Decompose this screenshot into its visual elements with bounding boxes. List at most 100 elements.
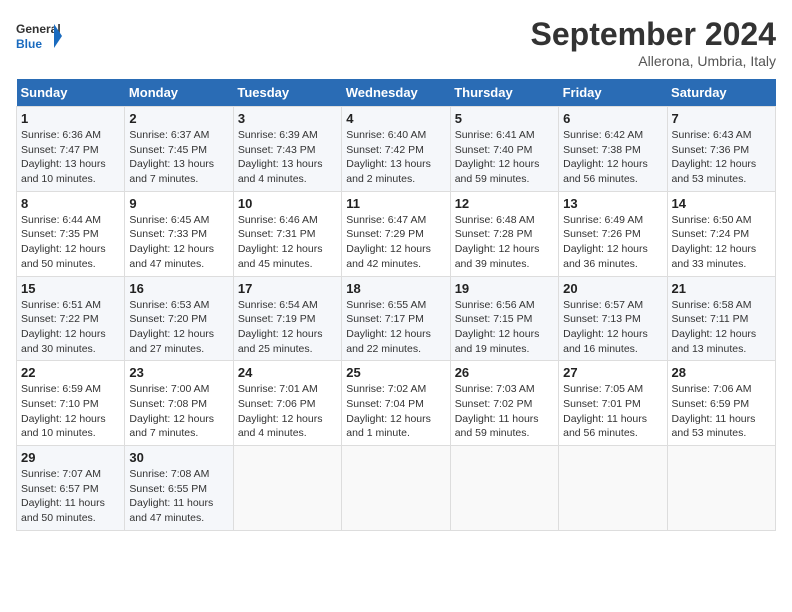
title-block: September 2024 Allerona, Umbria, Italy <box>531 16 776 69</box>
day-cell: 8 Sunrise: 6:44 AMSunset: 7:35 PMDaylight… <box>17 191 125 276</box>
day-cell: 27 Sunrise: 7:05 AMSunset: 7:01 PMDayligh… <box>559 361 667 446</box>
day-cell: 2 Sunrise: 6:37 AMSunset: 7:45 PMDaylight… <box>125 107 233 192</box>
day-info: Sunrise: 6:59 AMSunset: 7:10 PMDaylight:… <box>21 382 120 441</box>
day-number: 6 <box>563 111 662 126</box>
day-cell <box>342 446 450 531</box>
day-number: 24 <box>238 365 337 380</box>
day-info: Sunrise: 7:07 AMSunset: 6:57 PMDaylight:… <box>21 467 120 526</box>
day-cell <box>233 446 341 531</box>
day-info: Sunrise: 7:05 AMSunset: 7:01 PMDaylight:… <box>563 382 662 441</box>
day-info: Sunrise: 6:51 AMSunset: 7:22 PMDaylight:… <box>21 298 120 357</box>
day-cell: 12 Sunrise: 6:48 AMSunset: 7:28 PMDayligh… <box>450 191 558 276</box>
day-cell: 7 Sunrise: 6:43 AMSunset: 7:36 PMDaylight… <box>667 107 775 192</box>
day-number: 9 <box>129 196 228 211</box>
day-number: 12 <box>455 196 554 211</box>
day-info: Sunrise: 6:40 AMSunset: 7:42 PMDaylight:… <box>346 128 445 187</box>
day-info: Sunrise: 6:42 AMSunset: 7:38 PMDaylight:… <box>563 128 662 187</box>
day-info: Sunrise: 6:41 AMSunset: 7:40 PMDaylight:… <box>455 128 554 187</box>
day-cell: 22Sunrise: 6:59 AMSunset: 7:10 PMDayligh… <box>17 361 125 446</box>
header-row: Sunday Monday Tuesday Wednesday Thursday… <box>17 79 776 107</box>
day-number: 10 <box>238 196 337 211</box>
calendar-table: Sunday Monday Tuesday Wednesday Thursday… <box>16 79 776 531</box>
col-friday: Friday <box>559 79 667 107</box>
day-number: 3 <box>238 111 337 126</box>
day-number: 13 <box>563 196 662 211</box>
day-number: 27 <box>563 365 662 380</box>
logo: General Blue <box>16 16 64 56</box>
week-row-4: 22Sunrise: 6:59 AMSunset: 7:10 PMDayligh… <box>17 361 776 446</box>
day-number: 14 <box>672 196 771 211</box>
location: Allerona, Umbria, Italy <box>531 53 776 69</box>
day-cell: 6 Sunrise: 6:42 AMSunset: 7:38 PMDaylight… <box>559 107 667 192</box>
day-cell: 23Sunrise: 7:00 AMSunset: 7:08 PMDayligh… <box>125 361 233 446</box>
day-info: Sunrise: 6:57 AMSunset: 7:13 PMDaylight:… <box>563 298 662 357</box>
day-info: Sunrise: 7:06 AMSunset: 6:59 PMDaylight:… <box>672 382 771 441</box>
day-number: 16 <box>129 281 228 296</box>
day-cell <box>667 446 775 531</box>
week-row-3: 15 Sunrise: 6:51 AMSunset: 7:22 PMDayligh… <box>17 276 776 361</box>
day-number: 20 <box>563 281 662 296</box>
col-saturday: Saturday <box>667 79 775 107</box>
day-info: Sunrise: 6:37 AMSunset: 7:45 PMDaylight:… <box>129 128 228 187</box>
day-cell: 25Sunrise: 7:02 AMSunset: 7:04 PMDayligh… <box>342 361 450 446</box>
day-info: Sunrise: 6:50 AMSunset: 7:24 PMDaylight:… <box>672 213 771 272</box>
day-cell: 28 Sunrise: 7:06 AMSunset: 6:59 PMDayligh… <box>667 361 775 446</box>
day-number: 1 <box>21 111 120 126</box>
day-number: 17 <box>238 281 337 296</box>
day-info: Sunrise: 6:39 AMSunset: 7:43 PMDaylight:… <box>238 128 337 187</box>
day-cell: 13Sunrise: 6:49 AMSunset: 7:26 PMDayligh… <box>559 191 667 276</box>
day-info: Sunrise: 6:56 AMSunset: 7:15 PMDaylight:… <box>455 298 554 357</box>
day-cell <box>559 446 667 531</box>
day-number: 7 <box>672 111 771 126</box>
svg-text:General: General <box>16 22 61 36</box>
day-number: 25 <box>346 365 445 380</box>
day-number: 23 <box>129 365 228 380</box>
col-monday: Monday <box>125 79 233 107</box>
day-number: 19 <box>455 281 554 296</box>
logo-svg: General Blue <box>16 16 64 56</box>
day-cell: 4Sunrise: 6:40 AMSunset: 7:42 PMDaylight… <box>342 107 450 192</box>
day-cell: 1 Sunrise: 6:36 AMSunset: 7:47 PMDaylight… <box>17 107 125 192</box>
day-number: 30 <box>129 450 228 465</box>
day-info: Sunrise: 6:48 AMSunset: 7:28 PMDaylight:… <box>455 213 554 272</box>
day-number: 18 <box>346 281 445 296</box>
day-cell: 29 Sunrise: 7:07 AMSunset: 6:57 PMDayligh… <box>17 446 125 531</box>
day-cell: 3 Sunrise: 6:39 AMSunset: 7:43 PMDaylight… <box>233 107 341 192</box>
col-tuesday: Tuesday <box>233 79 341 107</box>
day-info: Sunrise: 6:44 AMSunset: 7:35 PMDaylight:… <box>21 213 120 272</box>
day-info: Sunrise: 6:45 AMSunset: 7:33 PMDaylight:… <box>129 213 228 272</box>
day-cell <box>450 446 558 531</box>
day-number: 15 <box>21 281 120 296</box>
day-cell: 5 Sunrise: 6:41 AMSunset: 7:40 PMDaylight… <box>450 107 558 192</box>
day-number: 2 <box>129 111 228 126</box>
day-cell: 11 Sunrise: 6:47 AMSunset: 7:29 PMDayligh… <box>342 191 450 276</box>
day-number: 8 <box>21 196 120 211</box>
day-info: Sunrise: 6:46 AMSunset: 7:31 PMDaylight:… <box>238 213 337 272</box>
day-cell: 19 Sunrise: 6:56 AMSunset: 7:15 PMDayligh… <box>450 276 558 361</box>
day-number: 5 <box>455 111 554 126</box>
week-row-5: 29 Sunrise: 7:07 AMSunset: 6:57 PMDayligh… <box>17 446 776 531</box>
day-info: Sunrise: 7:08 AMSunset: 6:55 PMDaylight:… <box>129 467 228 526</box>
day-cell: 14 Sunrise: 6:50 AMSunset: 7:24 PMDayligh… <box>667 191 775 276</box>
day-cell: 17 Sunrise: 6:54 AMSunset: 7:19 PMDayligh… <box>233 276 341 361</box>
day-cell: 15 Sunrise: 6:51 AMSunset: 7:22 PMDayligh… <box>17 276 125 361</box>
day-number: 29 <box>21 450 120 465</box>
day-number: 26 <box>455 365 554 380</box>
col-wednesday: Wednesday <box>342 79 450 107</box>
day-info: Sunrise: 6:47 AMSunset: 7:29 PMDaylight:… <box>346 213 445 272</box>
col-sunday: Sunday <box>17 79 125 107</box>
day-number: 11 <box>346 196 445 211</box>
day-info: Sunrise: 6:54 AMSunset: 7:19 PMDaylight:… <box>238 298 337 357</box>
page-header: General Blue September 2024 Allerona, Um… <box>16 16 776 69</box>
day-info: Sunrise: 7:03 AMSunset: 7:02 PMDaylight:… <box>455 382 554 441</box>
day-info: Sunrise: 6:53 AMSunset: 7:20 PMDaylight:… <box>129 298 228 357</box>
day-info: Sunrise: 7:01 AMSunset: 7:06 PMDaylight:… <box>238 382 337 441</box>
day-info: Sunrise: 6:43 AMSunset: 7:36 PMDaylight:… <box>672 128 771 187</box>
col-thursday: Thursday <box>450 79 558 107</box>
day-info: Sunrise: 6:36 AMSunset: 7:47 PMDaylight:… <box>21 128 120 187</box>
day-cell: 26 Sunrise: 7:03 AMSunset: 7:02 PMDayligh… <box>450 361 558 446</box>
month-title: September 2024 <box>531 16 776 53</box>
day-number: 28 <box>672 365 771 380</box>
day-cell: 10 Sunrise: 6:46 AMSunset: 7:31 PMDayligh… <box>233 191 341 276</box>
day-cell: 24 Sunrise: 7:01 AMSunset: 7:06 PMDayligh… <box>233 361 341 446</box>
